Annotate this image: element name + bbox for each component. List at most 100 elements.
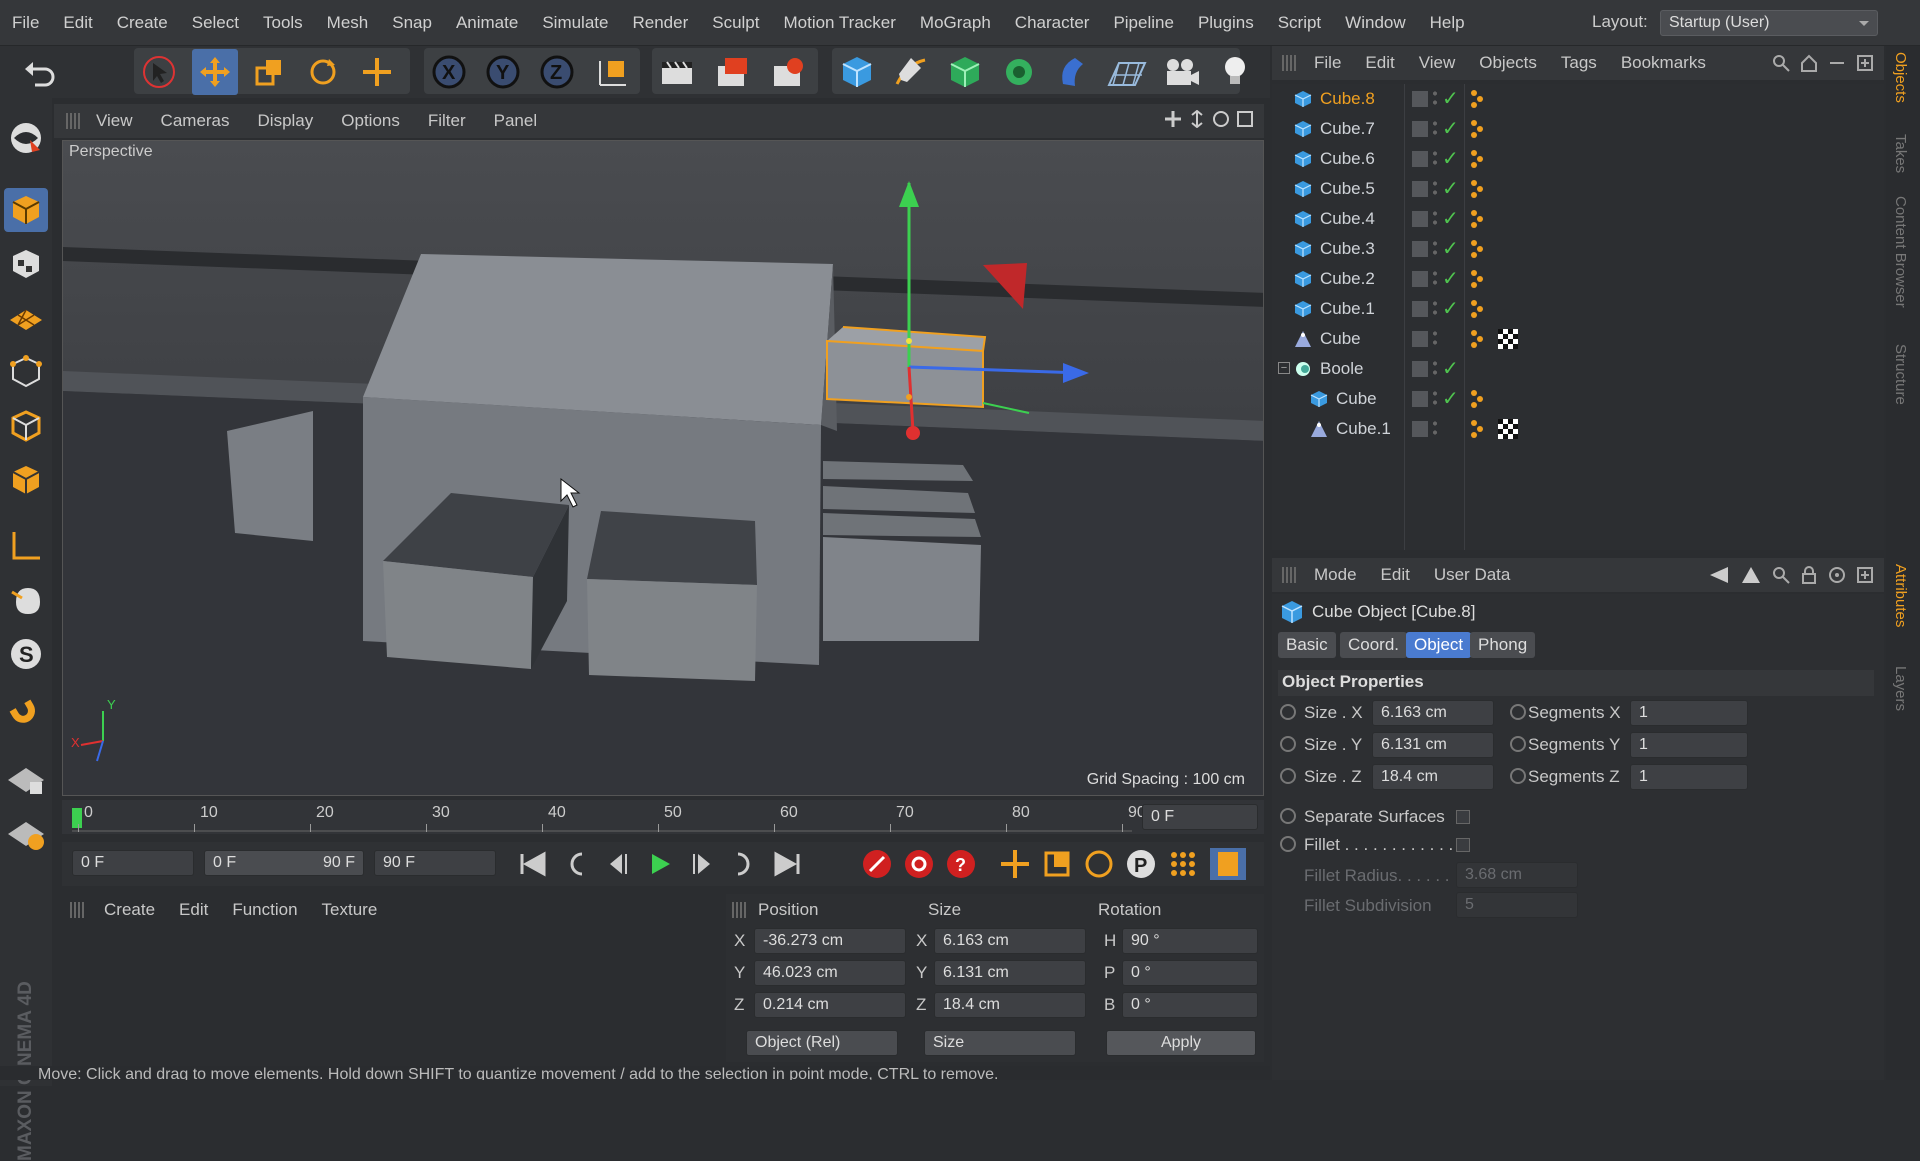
material-menu-edit[interactable]: Edit <box>167 900 220 920</box>
grid-icon[interactable] <box>4 810 48 854</box>
viewport-menu-cameras[interactable]: Cameras <box>147 111 244 131</box>
expand-icon[interactable]: − <box>1278 362 1290 374</box>
object-menu-file[interactable]: File <box>1302 53 1353 73</box>
fillet-radius-field[interactable]: 3.68 cm <box>1456 862 1578 888</box>
menu-tools[interactable]: Tools <box>251 13 315 33</box>
object-row[interactable]: Cube <box>1272 324 1884 354</box>
render-to-picture-viewer-icon[interactable] <box>710 49 756 95</box>
lock-icon[interactable] <box>1800 566 1818 584</box>
menu-render[interactable]: Render <box>620 13 700 33</box>
snap-icon[interactable]: S <box>4 632 48 676</box>
y-axis-lock-icon[interactable]: Y <box>480 49 526 95</box>
menu-motion-tracker[interactable]: Motion Tracker <box>771 13 907 33</box>
phong-tag-icon[interactable] <box>1468 208 1488 235</box>
layer-swatch[interactable] <box>1412 91 1428 107</box>
menu-animate[interactable]: Animate <box>444 13 530 33</box>
fillet-subdivision-field[interactable]: 5 <box>1456 892 1578 918</box>
tab-coord[interactable]: Coord. <box>1340 632 1408 658</box>
scale-key-icon[interactable] <box>1040 847 1074 881</box>
object-name[interactable]: Cube.3 <box>1320 239 1375 259</box>
object-name[interactable]: Cube.6 <box>1320 149 1375 169</box>
end-frame-field[interactable]: 90 F <box>374 850 496 876</box>
size-z-field[interactable]: 18.4 cm <box>934 992 1086 1018</box>
layer-swatch[interactable] <box>1412 151 1428 167</box>
magnet-icon[interactable] <box>4 694 48 738</box>
position-y-field[interactable]: 46.023 cm <box>754 960 906 986</box>
object-name[interactable]: Cube <box>1336 389 1377 409</box>
visibility-dots-icon[interactable] <box>1432 239 1438 257</box>
phong-tag-icon[interactable] <box>1468 178 1488 205</box>
layer-swatch[interactable] <box>1412 421 1428 437</box>
phong-tag-icon[interactable] <box>1468 328 1488 355</box>
menu-help[interactable]: Help <box>1418 13 1477 33</box>
enabled-check-icon[interactable]: ✓ <box>1442 146 1459 171</box>
timeline-ruler[interactable]: 0 10 20 30 40 50 60 70 80 90 0 F <box>62 800 1264 834</box>
layer-swatch[interactable] <box>1412 361 1428 377</box>
phong-tag-icon[interactable] <box>1468 118 1488 145</box>
apply-button[interactable]: Apply <box>1106 1030 1256 1056</box>
viewport-menu-filter[interactable]: Filter <box>414 111 480 131</box>
menu-create[interactable]: Create <box>105 13 180 33</box>
visibility-dots-icon[interactable] <box>1432 359 1438 377</box>
phong-tag-icon[interactable] <box>1468 238 1488 265</box>
layer-swatch[interactable] <box>1412 181 1428 197</box>
separate-surfaces-checkbox[interactable] <box>1456 810 1470 824</box>
segments-y-field[interactable]: 1 <box>1630 732 1748 758</box>
attributes-menu-edit[interactable]: Edit <box>1369 565 1422 585</box>
visibility-dots-icon[interactable] <box>1432 419 1438 437</box>
enabled-check-icon[interactable]: ✓ <box>1442 176 1459 201</box>
object-menu-tags[interactable]: Tags <box>1549 53 1609 73</box>
layer-swatch[interactable] <box>1412 331 1428 347</box>
collapse-icon[interactable] <box>1828 54 1846 72</box>
perspective-viewport[interactable]: Perspective Grid Spacing : 100 cm Y X <box>62 140 1264 796</box>
phong-tag-icon[interactable] <box>1468 298 1488 325</box>
object-name[interactable]: Cube.2 <box>1320 269 1375 289</box>
deformer-icon[interactable] <box>1050 49 1096 95</box>
new-window-icon[interactable] <box>1856 566 1874 584</box>
layer-swatch[interactable] <box>1412 211 1428 227</box>
scale-tool-icon[interactable] <box>246 49 292 95</box>
viewport-menu-display[interactable]: Display <box>244 111 328 131</box>
rotation-h-field[interactable]: 90 ° <box>1122 928 1258 954</box>
object-row[interactable]: Cube.8 ✓ <box>1272 84 1884 114</box>
object-row[interactable]: − Boole ✓ <box>1272 354 1884 384</box>
texture-tag-icon[interactable] <box>1498 419 1518 444</box>
polygons-mode-icon[interactable] <box>4 458 48 502</box>
object-row[interactable]: Cube.6 ✓ <box>1272 144 1884 174</box>
go-to-previous-key-icon[interactable] <box>558 848 594 880</box>
record-active-objects-icon[interactable] <box>860 847 894 881</box>
previous-frame-icon[interactable] <box>600 848 636 880</box>
enabled-check-icon[interactable]: ✓ <box>1442 296 1459 321</box>
menu-select[interactable]: Select <box>180 13 251 33</box>
coordinate-system-icon[interactable] <box>590 49 636 95</box>
move-tool-icon[interactable] <box>192 49 238 95</box>
enabled-check-icon[interactable]: ✓ <box>1442 386 1459 411</box>
material-menu-function[interactable]: Function <box>220 900 309 920</box>
object-name[interactable]: Cube.5 <box>1320 179 1375 199</box>
start-frame-field[interactable]: 0 F <box>72 850 194 876</box>
rotation-p-field[interactable]: 0 ° <box>1122 960 1258 986</box>
menu-plugins[interactable]: Plugins <box>1186 13 1266 33</box>
viewport-menu-options[interactable]: Options <box>327 111 414 131</box>
rotation-key-icon[interactable] <box>1082 847 1116 881</box>
x-axis-lock-icon[interactable]: X <box>426 49 472 95</box>
object-row[interactable]: Cube.1 ✓ <box>1272 294 1884 324</box>
menu-simulate[interactable]: Simulate <box>530 13 620 33</box>
phong-tag-icon[interactable] <box>1468 418 1488 445</box>
object-menu-objects[interactable]: Objects <box>1467 53 1549 73</box>
rotation-b-field[interactable]: 0 ° <box>1122 992 1258 1018</box>
object-row[interactable]: Cube.2 ✓ <box>1272 264 1884 294</box>
edges-mode-icon[interactable] <box>4 404 48 448</box>
menu-snap[interactable]: Snap <box>380 13 444 33</box>
visibility-dots-icon[interactable] <box>1432 179 1438 197</box>
layer-swatch[interactable] <box>1412 301 1428 317</box>
autokey-icon[interactable] <box>902 847 936 881</box>
timeline-window-icon[interactable] <box>1208 846 1248 882</box>
position-key-icon[interactable] <box>998 847 1032 881</box>
enabled-check-icon[interactable]: ✓ <box>1442 86 1459 111</box>
material-menu-create[interactable]: Create <box>92 900 167 920</box>
points-mode-icon[interactable] <box>4 350 48 394</box>
make-editable-icon[interactable] <box>4 116 48 160</box>
floor-icon[interactable] <box>1104 49 1150 95</box>
visibility-dots-icon[interactable] <box>1432 119 1438 137</box>
